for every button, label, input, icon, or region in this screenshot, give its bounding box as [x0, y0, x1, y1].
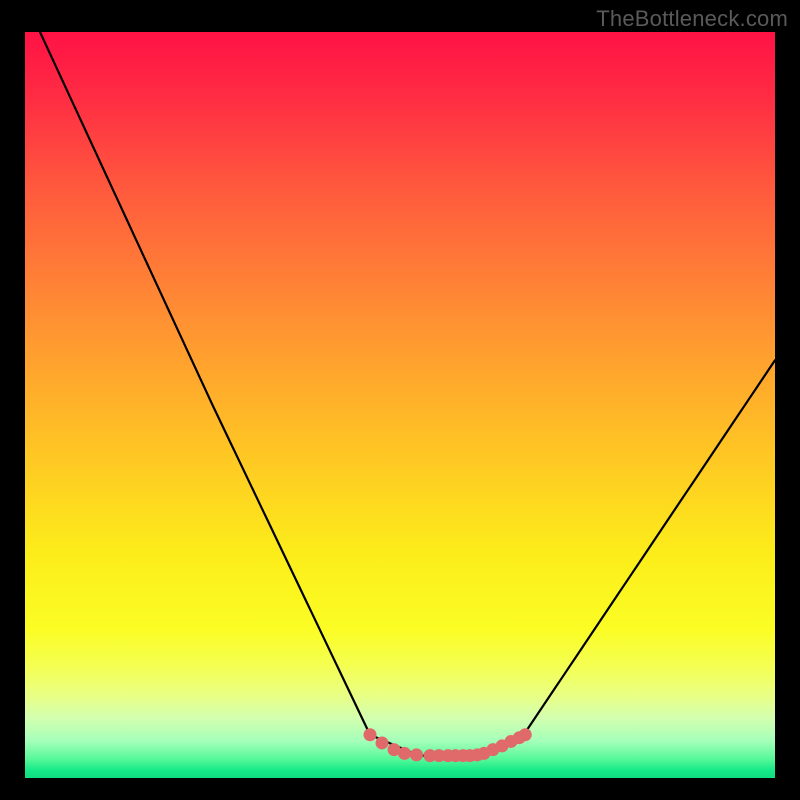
bottleneck-curve — [40, 32, 775, 756]
optimal-dot — [364, 728, 377, 741]
optimal-dot — [519, 728, 532, 741]
optimal-dot — [410, 748, 423, 761]
watermark-text: TheBottleneck.com — [596, 6, 788, 32]
plot-area — [25, 32, 775, 778]
optimal-dot — [398, 747, 411, 760]
optimal-dot — [376, 736, 389, 749]
chart-frame: TheBottleneck.com — [0, 0, 800, 800]
optimal-zone — [364, 728, 532, 762]
curve-layer — [25, 32, 775, 778]
